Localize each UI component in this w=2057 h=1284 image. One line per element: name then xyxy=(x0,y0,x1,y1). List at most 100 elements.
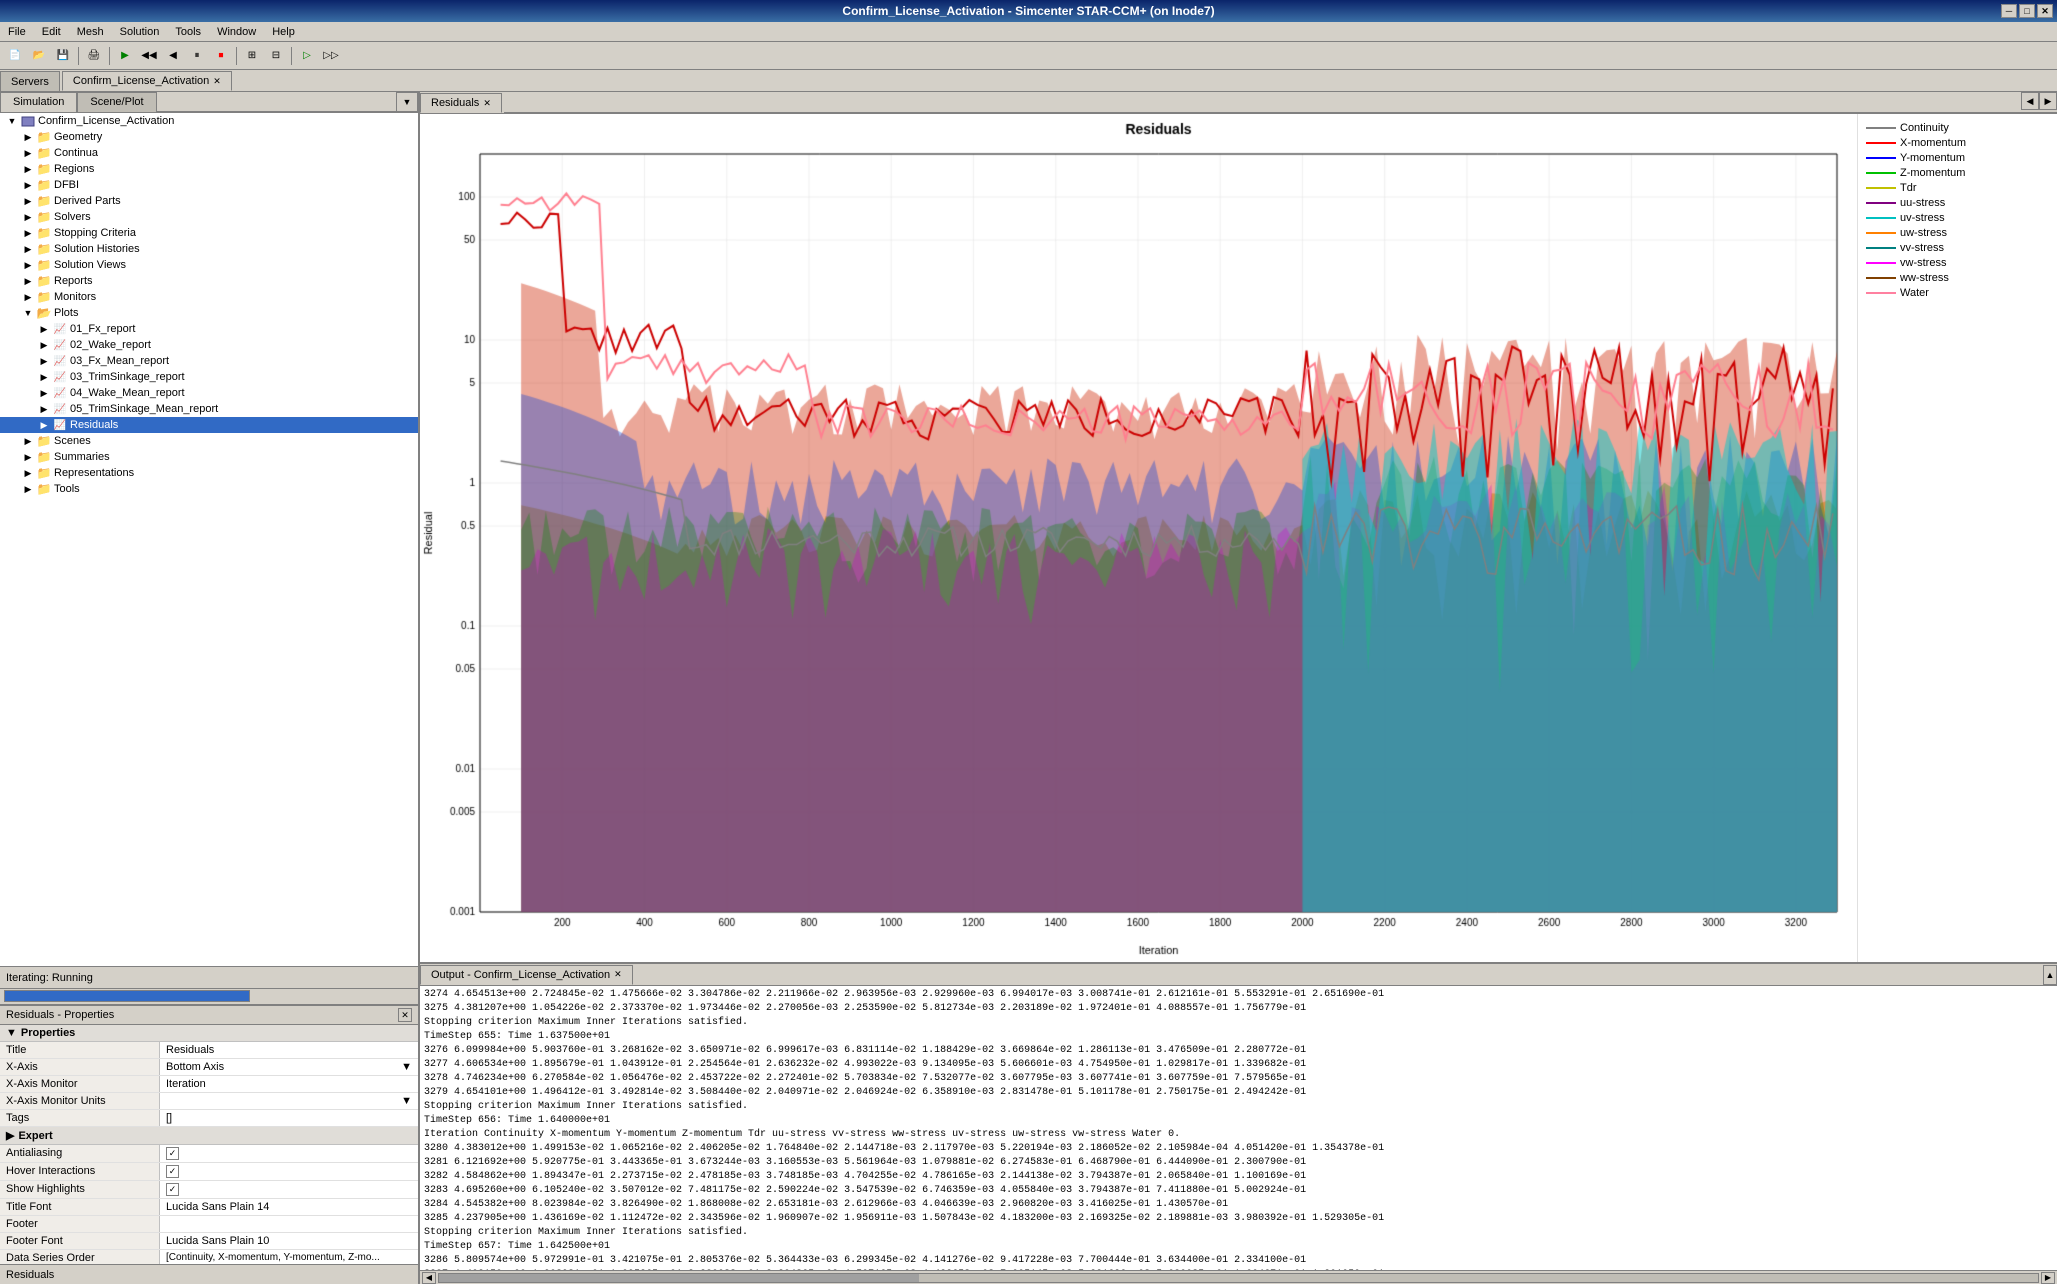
close-button[interactable]: ✕ xyxy=(2037,4,2053,18)
tree-item-regions[interactable]: ▶ 📁 Regions xyxy=(0,161,418,177)
run-button[interactable]: ▶ xyxy=(114,45,136,67)
prop-title-value[interactable]: Residuals xyxy=(160,1042,418,1058)
tree-item-monitors[interactable]: ▶ 📁 Monitors xyxy=(0,289,418,305)
trimsinkage-report-toggle[interactable]: ▶ xyxy=(36,372,52,383)
main-tab-close[interactable]: ✕ xyxy=(213,76,221,87)
derived-parts-toggle[interactable]: ▶ xyxy=(20,196,36,207)
tree-item-fx-report[interactable]: ▶ 📈 01_Fx_report xyxy=(0,321,418,337)
prop-dataseries-value[interactable]: [Continuity, X-momentum, Y-momentum, Z-m… xyxy=(160,1250,418,1264)
antialiasing-checkbox[interactable]: ✓ xyxy=(166,1147,179,1160)
maximize-button[interactable]: □ xyxy=(2019,4,2035,18)
tree-item-stopping-criteria[interactable]: ▶ 📁 Stopping Criteria xyxy=(0,225,418,241)
step-button[interactable]: ◀ xyxy=(162,45,184,67)
scroll-thumb[interactable] xyxy=(439,1274,919,1282)
plot-nav-next-button[interactable]: ▶ xyxy=(2039,92,2057,110)
root-toggle[interactable]: ▼ xyxy=(4,116,20,126)
stopping-criteria-toggle[interactable]: ▶ xyxy=(20,228,36,239)
save-button[interactable]: 💾 xyxy=(52,45,74,67)
open-button[interactable]: 📂 xyxy=(28,45,50,67)
menu-help[interactable]: Help xyxy=(264,24,303,40)
tools-toggle[interactable]: ▶ xyxy=(20,484,36,495)
tree-item-reports[interactable]: ▶ 📁 Reports xyxy=(0,273,418,289)
tree-item-representations[interactable]: ▶ 📁 Representations xyxy=(0,465,418,481)
representations-toggle[interactable]: ▶ xyxy=(20,468,36,479)
pause-button[interactable]: ⏸ xyxy=(186,45,208,67)
menu-file[interactable]: File xyxy=(0,24,34,40)
prop-xaxis-dropdown-icon[interactable]: ▼ xyxy=(401,1061,412,1073)
prop-footer-value[interactable] xyxy=(160,1216,418,1232)
trimsinkage-mean-report-toggle[interactable]: ▶ xyxy=(36,404,52,415)
prop-highlights-value[interactable]: ✓ xyxy=(160,1181,418,1198)
tree-item-solvers[interactable]: ▶ 📁 Solvers xyxy=(0,209,418,225)
mesh-button[interactable]: ⊞ xyxy=(241,45,263,67)
output-text-area[interactable]: 3274 4.654513e+00 2.724845e-02 1.475666e… xyxy=(420,986,2057,1270)
geometry-toggle[interactable]: ▶ xyxy=(20,132,36,143)
prop-antialiasing-value[interactable]: ✓ xyxy=(160,1145,418,1162)
prop-xmonitor-value[interactable]: Iteration xyxy=(160,1076,418,1092)
reports-toggle[interactable]: ▶ xyxy=(20,276,36,287)
tree-root[interactable]: ▼ Confirm_License_Activation xyxy=(0,113,418,129)
panel-expand-button[interactable]: ▼ xyxy=(396,92,418,112)
tree-item-solution-views[interactable]: ▶ 📁 Solution Views xyxy=(0,257,418,273)
print-button[interactable]: 🖨 xyxy=(83,45,105,67)
wake-mean-report-toggle[interactable]: ▶ xyxy=(36,388,52,399)
output-tab[interactable]: Output - Confirm_License_Activation ✕ xyxy=(420,965,633,985)
prop-xunits-value[interactable]: ▼ xyxy=(160,1093,418,1109)
summaries-toggle[interactable]: ▶ xyxy=(20,452,36,463)
prop-xunits-dropdown-icon[interactable]: ▼ xyxy=(401,1095,412,1107)
monitors-toggle[interactable]: ▶ xyxy=(20,292,36,303)
menu-window[interactable]: Window xyxy=(209,24,264,40)
prop-footerfont-value[interactable]: Lucida Sans Plain 10 xyxy=(160,1233,418,1249)
tree-item-derived-parts[interactable]: ▶ 📁 Derived Parts xyxy=(0,193,418,209)
minimize-button[interactable]: ─ xyxy=(2001,4,2017,18)
tree-item-scenes[interactable]: ▶ 📁 Scenes xyxy=(0,433,418,449)
tree-item-wake-mean-report[interactable]: ▶ 📈 04_Wake_Mean_report xyxy=(0,385,418,401)
residuals-toggle[interactable]: ▶ xyxy=(36,420,52,431)
step-back-button[interactable]: ◀◀ xyxy=(138,45,160,67)
prop-titlefont-value[interactable]: Lucida Sans Plain 14 xyxy=(160,1199,418,1215)
wake-report-toggle[interactable]: ▶ xyxy=(36,340,52,351)
dfbi-toggle[interactable]: ▶ xyxy=(20,180,36,191)
tree-item-fx-mean-report[interactable]: ▶ 📈 03_Fx_Mean_report xyxy=(0,353,418,369)
plot-nav-prev-button[interactable]: ◀ xyxy=(2021,92,2039,110)
prop-tags-value[interactable]: [] xyxy=(160,1110,418,1126)
tree-item-solution-histories[interactable]: ▶ 📁 Solution Histories xyxy=(0,241,418,257)
fx-report-toggle[interactable]: ▶ xyxy=(36,324,52,335)
solution-histories-toggle[interactable]: ▶ xyxy=(20,244,36,255)
menu-solution[interactable]: Solution xyxy=(112,24,168,40)
simulation-tab[interactable]: Simulation xyxy=(0,92,77,112)
residuals-plot-tab[interactable]: Residuals ✕ xyxy=(420,93,502,113)
fx-mean-report-toggle[interactable]: ▶ xyxy=(36,356,52,367)
properties-close-button[interactable]: ✕ xyxy=(398,1008,412,1022)
menu-tools[interactable]: Tools xyxy=(167,24,209,40)
run2-button[interactable]: ▷ xyxy=(296,45,318,67)
scene-plot-tab[interactable]: Scene/Plot xyxy=(77,92,156,112)
scroll-left-button[interactable]: ◀ xyxy=(422,1272,436,1284)
new-button[interactable]: 📄 xyxy=(4,45,26,67)
main-tab[interactable]: Confirm_License_Activation ✕ xyxy=(62,71,232,91)
solvers-toggle[interactable]: ▶ xyxy=(20,212,36,223)
prop-xaxis-value[interactable]: Bottom Axis ▼ xyxy=(160,1059,418,1075)
stop-button[interactable]: ⏹ xyxy=(210,45,232,67)
properties-section-expert[interactable]: ▶ Expert xyxy=(0,1127,418,1145)
tree-item-dfbi[interactable]: ▶ 📁 DFBI xyxy=(0,177,418,193)
servers-tab[interactable]: Servers xyxy=(0,71,60,91)
init-button[interactable]: ⊟ xyxy=(265,45,287,67)
tree-item-geometry[interactable]: ▶ 📁 Geometry xyxy=(0,129,418,145)
window-controls[interactable]: ─ □ ✕ xyxy=(2001,4,2053,18)
tree-item-trimsinkage-mean-report[interactable]: ▶ 📈 05_TrimSinkage_Mean_report xyxy=(0,401,418,417)
output-scroll-up-button[interactable]: ▲ xyxy=(2043,965,2057,985)
scenes-toggle[interactable]: ▶ xyxy=(20,436,36,447)
highlights-checkbox[interactable]: ✓ xyxy=(166,1183,179,1196)
tree-item-continua[interactable]: ▶ 📁 Continua xyxy=(0,145,418,161)
tree-item-residuals[interactable]: ▶ 📈 Residuals xyxy=(0,417,418,433)
run-steps-button[interactable]: ▷▷ xyxy=(320,45,342,67)
tree-item-tools[interactable]: ▶ 📁 Tools xyxy=(0,481,418,497)
tree-item-trimsinkage-report[interactable]: ▶ 📈 03_TrimSinkage_report xyxy=(0,369,418,385)
menu-edit[interactable]: Edit xyxy=(34,24,69,40)
tree-item-summaries[interactable]: ▶ 📁 Summaries xyxy=(0,449,418,465)
menu-mesh[interactable]: Mesh xyxy=(69,24,112,40)
continua-toggle[interactable]: ▶ xyxy=(20,148,36,159)
tree-item-plots[interactable]: ▼ 📂 Plots xyxy=(0,305,418,321)
scroll-right-button[interactable]: ▶ xyxy=(2041,1272,2055,1284)
